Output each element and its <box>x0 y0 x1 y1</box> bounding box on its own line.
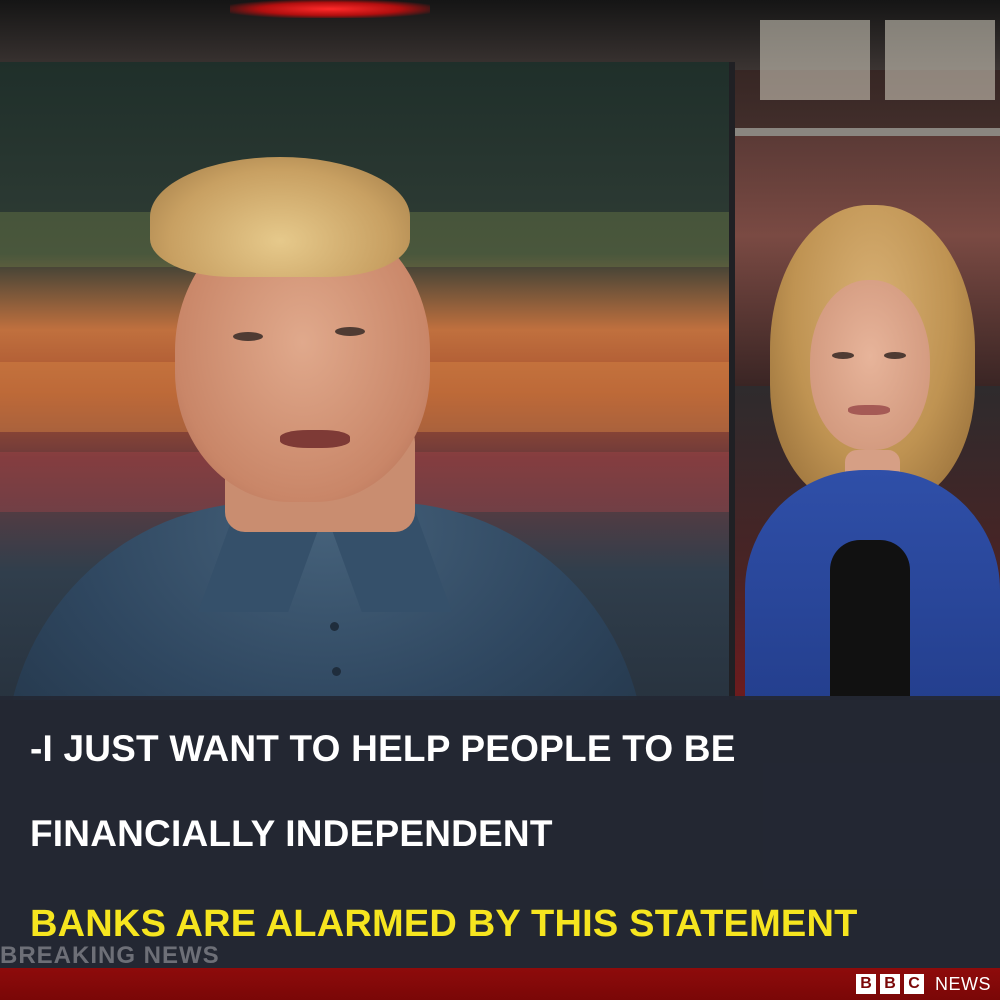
logo-letter-block: B <box>856 974 876 994</box>
mouth <box>280 430 350 448</box>
breaking-news-label: BREAKING NEWS <box>0 942 220 969</box>
eye <box>335 327 365 336</box>
brand-strip <box>0 968 1000 1000</box>
caption-headline: BANKS ARE ALARMED BY THIS STATEMENT <box>30 903 858 945</box>
gallery-window <box>885 20 995 100</box>
caption-quote-line-1: -I JUST WANT TO HELP PEOPLE TO BE <box>30 728 736 769</box>
face <box>810 280 930 450</box>
eye <box>233 332 263 341</box>
mouth <box>848 405 890 415</box>
shirt-button <box>330 622 339 631</box>
gallery-window <box>760 20 870 100</box>
bbc-news-logo: B B C NEWS <box>856 974 991 994</box>
logo-letter-block: C <box>904 974 924 994</box>
hair <box>150 157 410 277</box>
red-ceiling-light <box>230 0 430 18</box>
logo-letter-block: B <box>880 974 900 994</box>
logo-news-word: NEWS <box>935 974 991 994</box>
black-top <box>830 540 910 700</box>
eye <box>832 352 854 359</box>
news-broadcast-frame: -I JUST WANT TO HELP PEOPLE TO BE FINANC… <box>0 0 1000 1000</box>
eye <box>884 352 906 359</box>
caption-quote-line-2: FINANCIALLY INDEPENDENT <box>30 813 553 854</box>
shirt-button <box>332 667 341 676</box>
interview-video-screen <box>0 62 735 700</box>
gallery-railing <box>735 128 1000 136</box>
